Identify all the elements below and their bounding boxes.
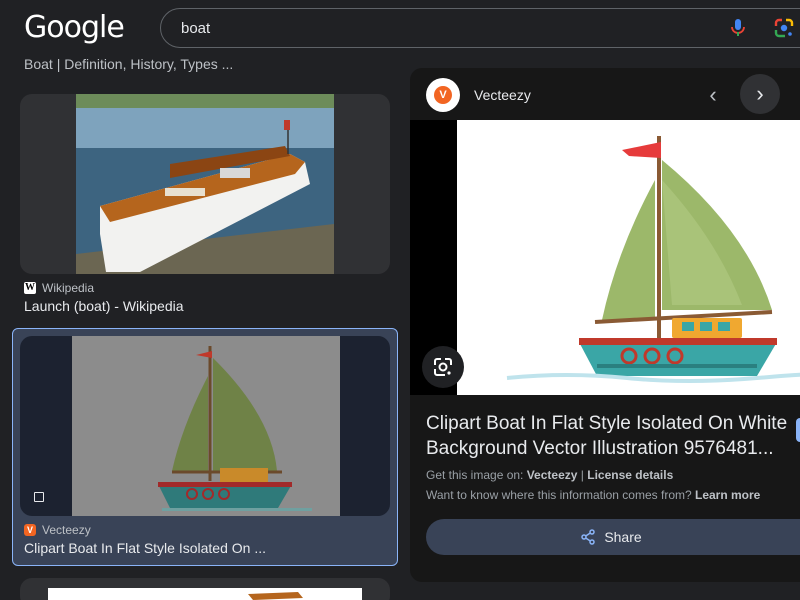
- image-badge-icon: [34, 492, 44, 502]
- vecteezy-favicon-icon: V: [24, 524, 36, 536]
- side-indicator: [796, 418, 800, 442]
- wikipedia-favicon-icon: W: [24, 282, 36, 294]
- result-image-sailboat[interactable]: [20, 336, 390, 516]
- result-image-partial[interactable]: [20, 578, 390, 600]
- result-title-vecteezy[interactable]: Clipart Boat In Flat Style Isolated On .…: [24, 540, 266, 556]
- image-preview-panel: V Vecteezy ‹ › Clipart Boat In Flat Styl…: [410, 68, 800, 582]
- panel-header[interactable]: V Vecteezy: [426, 78, 531, 112]
- sailboat-thumbnail: [72, 336, 340, 516]
- info-source-line: Want to know where this information come…: [426, 488, 761, 502]
- preview-image[interactable]: [410, 120, 800, 395]
- top-bar: Google: [0, 0, 800, 52]
- result-title-wikipedia[interactable]: Launch (boat) - Wikipedia: [24, 298, 184, 314]
- previous-image-button[interactable]: ‹: [700, 82, 726, 108]
- share-label: Share: [604, 529, 642, 545]
- get-image-site-link[interactable]: Vecteezy: [527, 468, 578, 482]
- next-image-button[interactable]: ›: [740, 74, 780, 114]
- lens-search-icon: [434, 358, 452, 376]
- share-icon: [581, 529, 596, 545]
- sailboat-illustration: [457, 120, 800, 395]
- result-source-label: Vecteezy: [42, 523, 91, 537]
- google-lens-icon[interactable]: [773, 17, 795, 39]
- mic-icon[interactable]: [728, 17, 748, 39]
- result-source-wikipedia[interactable]: W Wikipedia: [24, 281, 94, 295]
- search-box[interactable]: [160, 8, 800, 48]
- visual-search-button[interactable]: [422, 346, 464, 388]
- search-input[interactable]: [181, 18, 681, 38]
- result-caption-top[interactable]: Boat | Definition, History, Types ...: [24, 56, 233, 72]
- wooden-boat-photo: [76, 94, 334, 274]
- panel-image-title[interactable]: Clipart Boat In Flat Style Isolated On W…: [426, 411, 787, 461]
- share-button[interactable]: Share: [426, 519, 800, 555]
- panel-site-name[interactable]: Vecteezy: [474, 87, 531, 103]
- partial-thumbnail: [48, 588, 362, 600]
- license-details-link[interactable]: License details: [587, 468, 673, 482]
- google-logo[interactable]: Google: [24, 10, 125, 45]
- result-source-label: Wikipedia: [42, 281, 95, 295]
- result-image-wooden-boat[interactable]: [20, 94, 390, 274]
- result-source-vecteezy[interactable]: V Vecteezy: [24, 523, 91, 537]
- learn-more-link[interactable]: Learn more: [695, 488, 760, 502]
- get-image-line: Get this image on: Vecteezy | License de…: [426, 468, 674, 482]
- vecteezy-logo-icon: V: [426, 78, 460, 112]
